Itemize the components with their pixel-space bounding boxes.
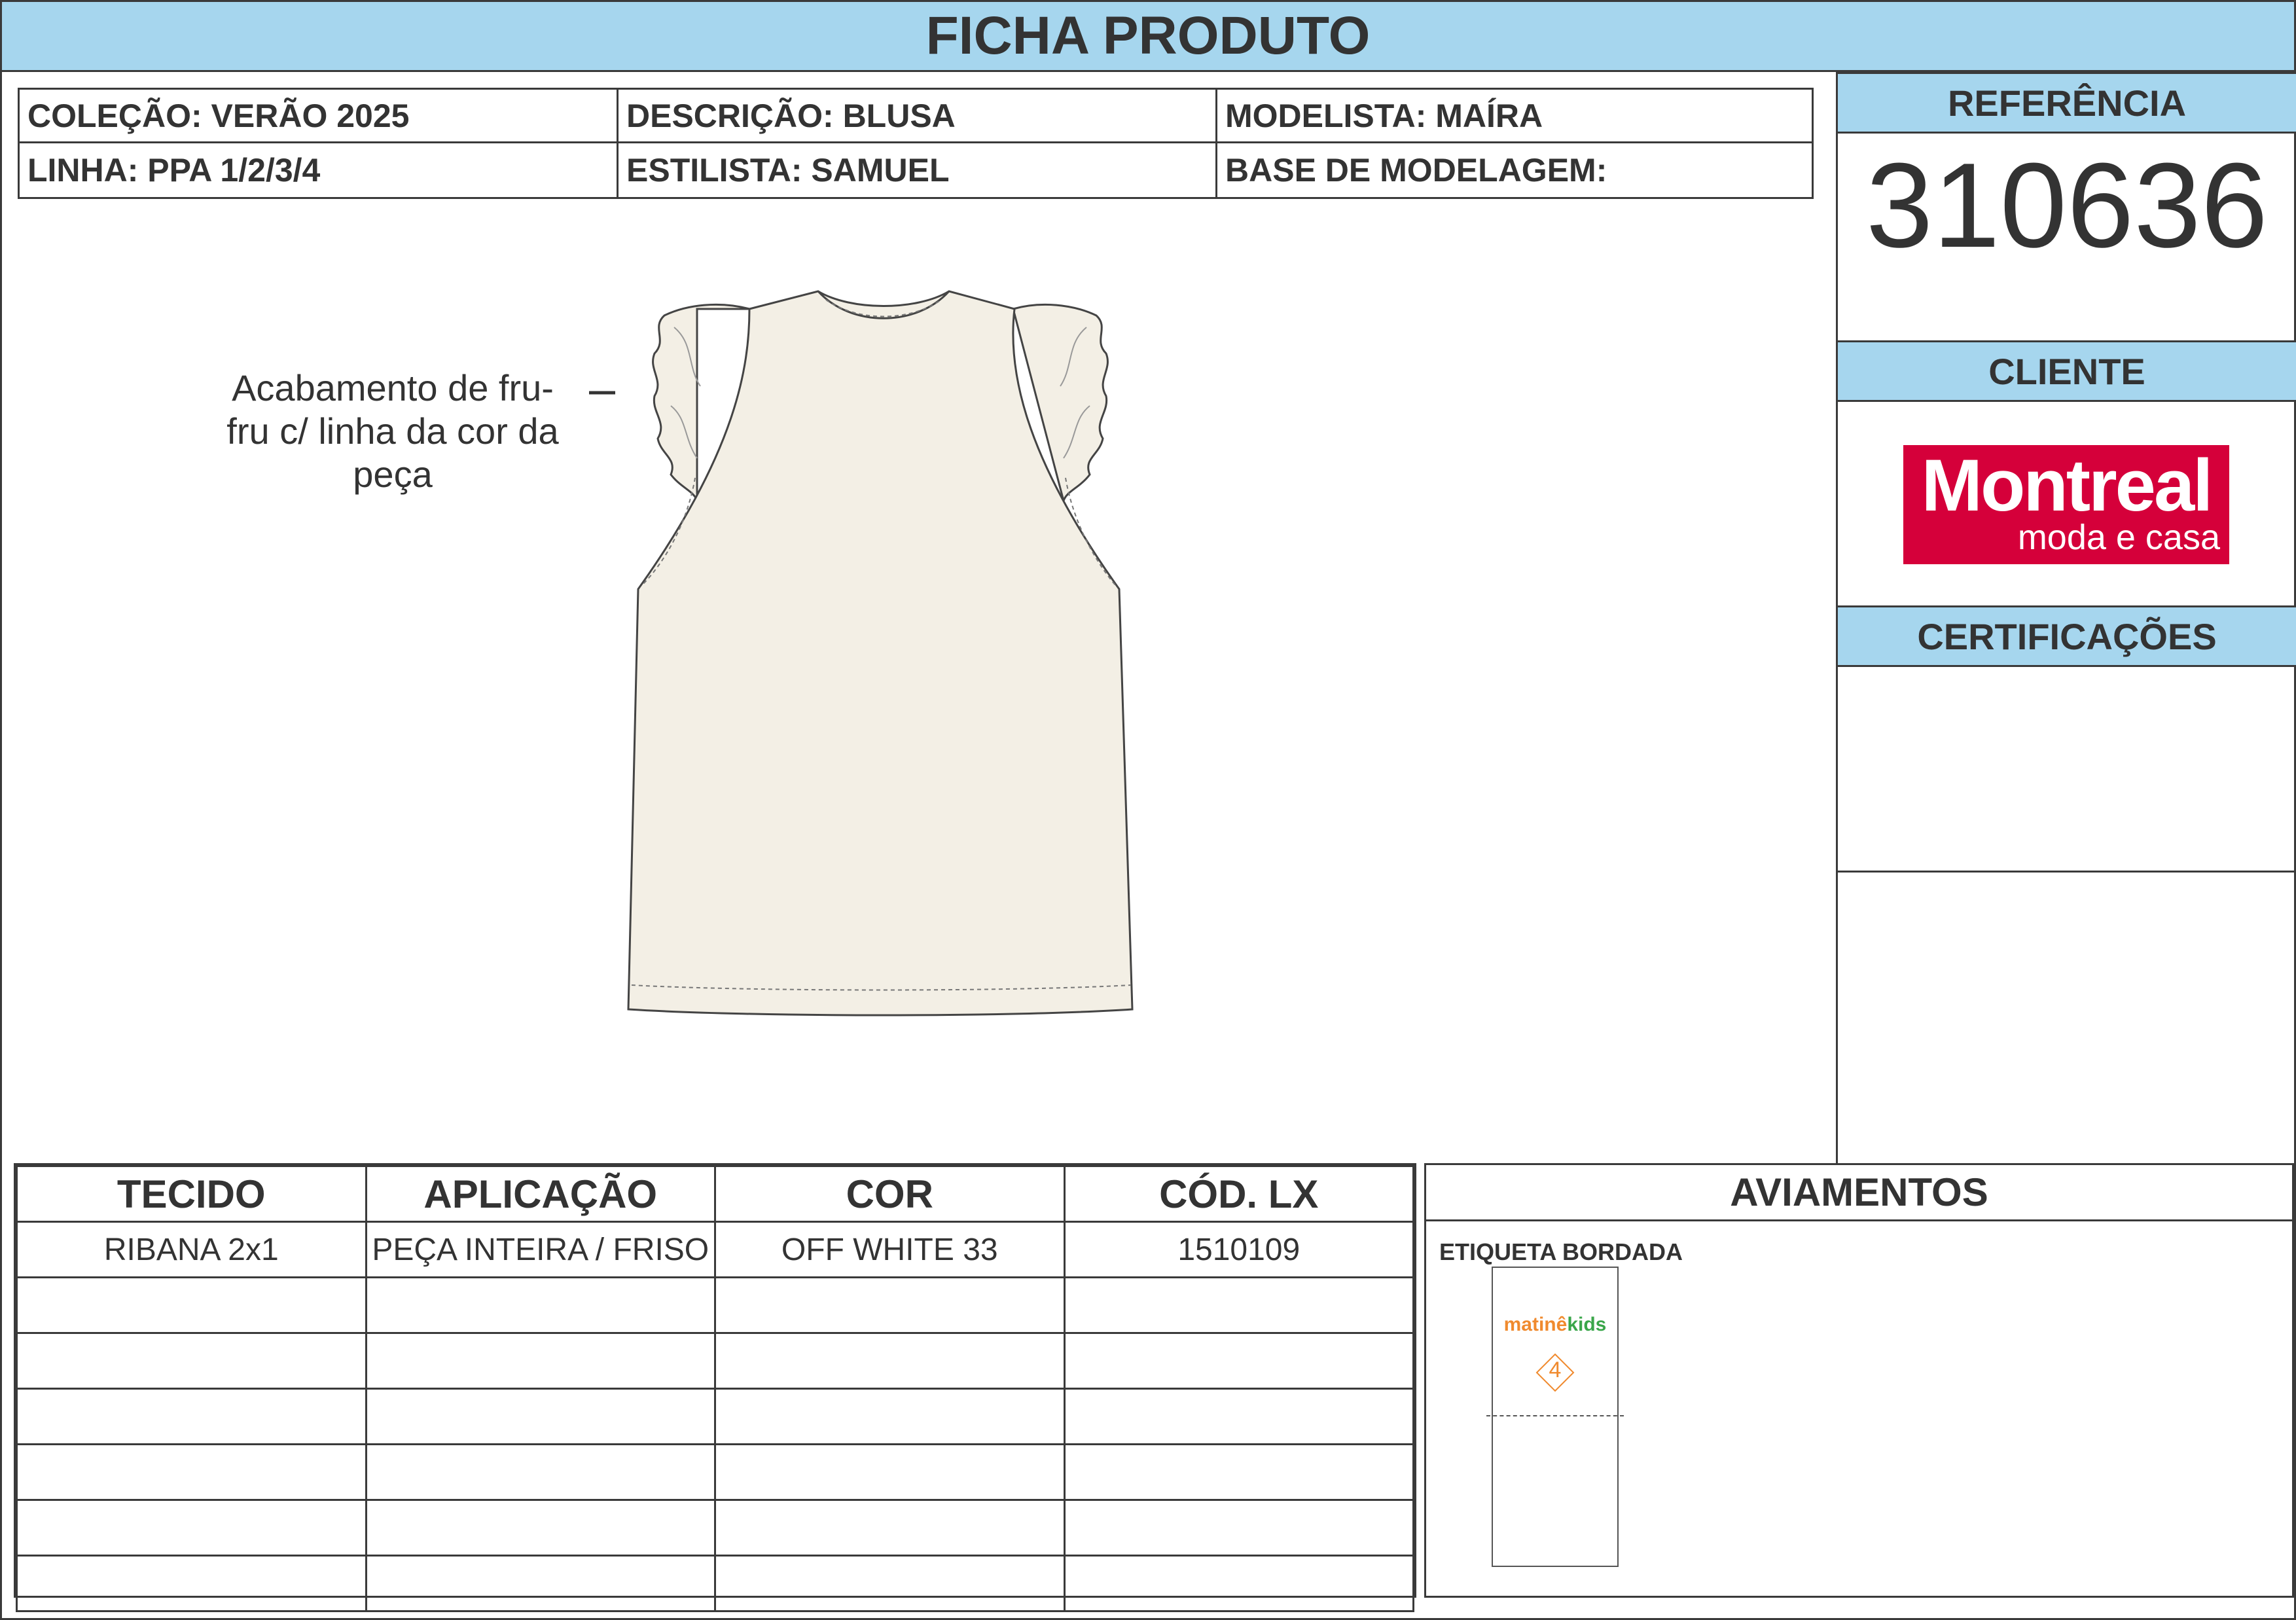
sidebar-divider (1838, 871, 2296, 873)
table-row (16, 1443, 1414, 1501)
certificacoes-header: CERTIFICAÇÕES (1838, 605, 2296, 667)
table-row (16, 1332, 1414, 1390)
cliente-header: CLIENTE (1838, 340, 2296, 402)
tecido-cell: RIBANA 2x1 (16, 1221, 367, 1278)
cod-lx-cell: 1510109 (1063, 1221, 1414, 1278)
fold-line (1486, 1415, 1624, 1416)
etiqueta-label: ETIQUETA BORDADA (1439, 1238, 1683, 1265)
matinekids-logo: matinêkids (1503, 1314, 1607, 1335)
estilista-field: ESTILISTA: SAMUEL (619, 143, 1217, 197)
column-header: CÓD. LX (1063, 1165, 1414, 1223)
referencia-value: 310636 (1866, 137, 2268, 272)
garment-drawing (589, 290, 1134, 1017)
table-row (16, 1499, 1414, 1557)
table-row (16, 1388, 1414, 1445)
linha-field: LINHA: PPA 1/2/3/4 (20, 143, 619, 197)
modelista-field: MODELISTA: MAÍRA (1217, 90, 1812, 143)
page-title: FICHA PRODUTO (2, 2, 2294, 72)
aviamentos-header: AVIAMENTOS (1426, 1165, 2292, 1221)
logo-sub-text: moda e casa (2017, 518, 2220, 557)
aviamentos-panel: AVIAMENTOS ETIQUETA BORDADA matinêkids 4 (1424, 1163, 2294, 1598)
descricao-field: DESCRIÇÃO: BLUSA (619, 90, 1217, 143)
column-header: TECIDO (16, 1165, 367, 1223)
column-header: COR (714, 1165, 1066, 1223)
table-row: RIBANA 2x1 PEÇA INTEIRA / FRISO OFF WHIT… (16, 1221, 1414, 1278)
product-info-grid: COLEÇÃO: VERÃO 2025 DESCRIÇÃO: BLUSA MOD… (18, 88, 1814, 199)
table-header-row: TECIDO APLICAÇÃO COR CÓD. LX (16, 1165, 1414, 1223)
column-header: APLICAÇÃO (365, 1165, 716, 1223)
referencia-header: REFERÊNCIA (1838, 72, 2296, 134)
cor-cell: OFF WHITE 33 (714, 1221, 1066, 1278)
ruffle-callout-text: Acabamento de fru-fru c/ linha da cor da… (226, 367, 559, 495)
table-row (16, 1555, 1414, 1612)
materials-table: TECIDO APLICAÇÃO COR CÓD. LX RIBANA 2x1 … (14, 1163, 1416, 1612)
logo-main-text: Montreal (1921, 444, 2214, 526)
embroidered-label: matinêkids 4 (1486, 1267, 1624, 1567)
aplicacao-cell: PEÇA INTEIRA / FRISO (365, 1221, 716, 1278)
size-number: 4 (1549, 1358, 1562, 1382)
table-row (16, 1276, 1414, 1334)
montreal-logo: Montreal moda e casa (1903, 445, 2229, 564)
callout-arrow (589, 391, 615, 395)
sidebar: REFERÊNCIA 310636 CLIENTE Montreal moda … (1836, 72, 2296, 1164)
colecao-field: COLEÇÃO: VERÃO 2025 (20, 90, 619, 143)
base-modelagem-field: BASE DE MODELAGEM: (1225, 152, 1607, 189)
